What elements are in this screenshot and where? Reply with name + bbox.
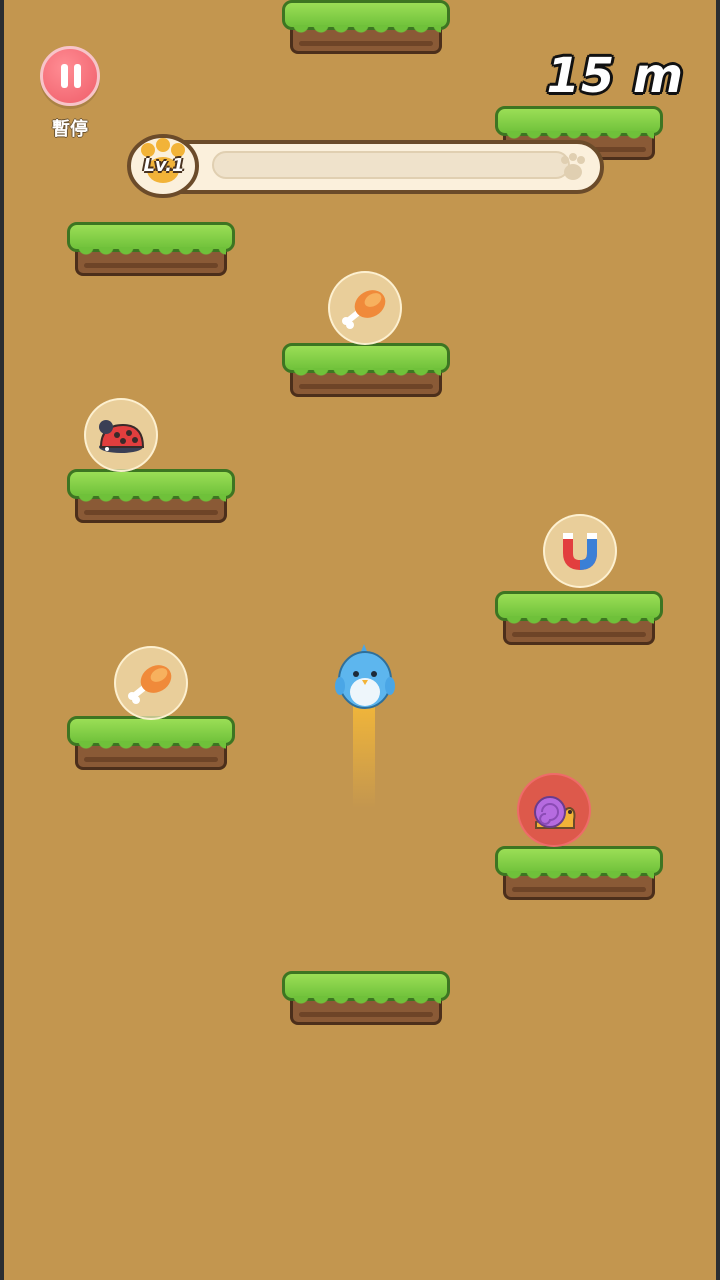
paw-icon: [561, 153, 585, 180]
platform: [67, 716, 235, 772]
platform: [282, 343, 450, 399]
snail-item: [517, 773, 591, 847]
pause-icon: [61, 64, 68, 88]
magnet-icon: [563, 533, 597, 571]
platform: [495, 846, 663, 902]
pause-label: 暫停: [52, 119, 88, 140]
ladybug-icon: [99, 420, 145, 453]
snail-icon: [534, 796, 576, 829]
chicken-leg-item: [328, 271, 402, 345]
chicken-leg-item: [114, 646, 188, 720]
platform: [282, 971, 450, 1027]
platform: [495, 591, 663, 647]
platform: [67, 469, 235, 525]
chicken-leg-icon: [342, 290, 386, 329]
ladybug-item: [84, 398, 158, 472]
platform: [282, 0, 450, 56]
pause-button[interactable]: [40, 46, 100, 106]
level-label: Lv.1: [143, 155, 185, 176]
level-progress-bar: [130, 140, 604, 194]
magnet-item: [543, 514, 617, 588]
distance-counter: 15 m: [546, 48, 684, 104]
blue-bird-icon: [335, 644, 395, 709]
platform: [67, 222, 235, 278]
chicken-leg-icon: [128, 665, 172, 704]
game-stage[interactable]: 暫停 15 m Lv.1: [0, 0, 720, 1280]
jump-trail: [353, 706, 375, 808]
